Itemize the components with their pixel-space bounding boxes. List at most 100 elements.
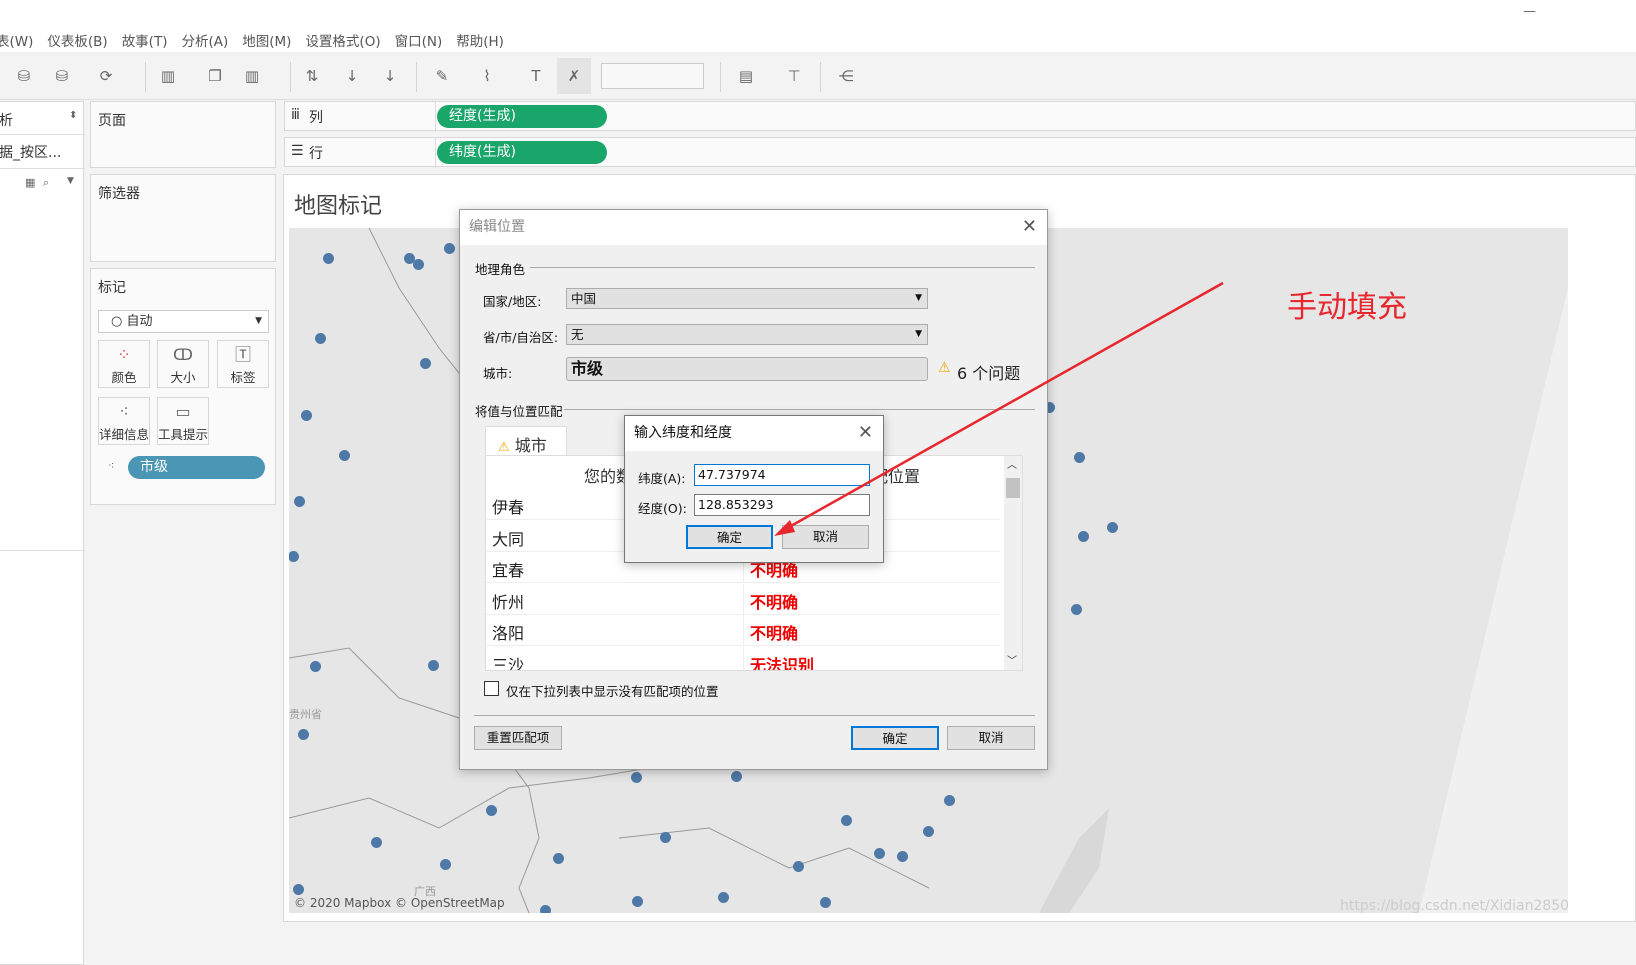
row-status[interactable]: 不明确 xyxy=(750,620,798,644)
country-select[interactable]: 中国 ▼ xyxy=(566,288,928,309)
menu-analysis[interactable]: 分析(A) xyxy=(181,30,228,50)
new-sheet-icon[interactable]: ▥ xyxy=(156,64,180,88)
sort-asc-icon[interactable]: ↓ xyxy=(340,64,364,88)
map-mark[interactable] xyxy=(1078,531,1089,542)
map-mark[interactable] xyxy=(293,884,304,895)
rows-shelf[interactable]: ☰ 行 纬度(生成) xyxy=(284,137,1636,168)
map-mark[interactable] xyxy=(323,253,334,264)
show-me-icon[interactable]: ▤ xyxy=(734,64,758,88)
map-mark[interactable] xyxy=(631,772,642,783)
map-mark[interactable] xyxy=(315,333,326,344)
columns-shelf[interactable]: ⅲ 列 经度(生成) xyxy=(284,101,1636,132)
highlight-icon[interactable]: ✎ xyxy=(430,64,454,88)
map-mark[interactable] xyxy=(371,837,382,848)
map-mark[interactable] xyxy=(298,729,309,740)
size-button[interactable]: ↀ 大小 xyxy=(157,340,209,388)
province-select[interactable]: 无 ▼ xyxy=(566,324,928,345)
map-mark[interactable] xyxy=(897,851,908,862)
share-icon[interactable]: ⋲ xyxy=(834,64,858,88)
group-icon[interactable]: ⌇ xyxy=(475,64,499,88)
tooltip-button[interactable]: ▭ 工具提示 xyxy=(157,397,209,445)
close-icon[interactable]: ✕ xyxy=(1022,216,1037,237)
map-mark[interactable] xyxy=(820,897,831,908)
unmatched-only-checkbox[interactable] xyxy=(484,681,499,696)
view-list-icon[interactable]: ▦ xyxy=(25,176,35,189)
map-mark[interactable] xyxy=(301,410,312,421)
menu-dashboard[interactable]: 仪表板(B) xyxy=(47,30,107,50)
scroll-thumb[interactable] xyxy=(1006,478,1020,498)
search-icon[interactable]: ⌕ xyxy=(43,176,49,190)
ok-button[interactable]: 确定 xyxy=(851,726,939,750)
city-field[interactable]: 市级 xyxy=(566,357,928,381)
latlon-ok-button[interactable]: 确定 xyxy=(686,525,773,549)
map-mark[interactable] xyxy=(420,358,431,369)
map-mark[interactable] xyxy=(486,805,497,816)
swap-icon[interactable]: ⇅ xyxy=(300,64,324,88)
refresh-icon[interactable]: ⟳ xyxy=(94,64,118,88)
scroll-up-icon[interactable]: ︿ xyxy=(1007,456,1017,471)
chevron-down-icon[interactable]: ▼ xyxy=(67,176,74,186)
map-mark[interactable] xyxy=(841,815,852,826)
map-mark[interactable] xyxy=(731,771,742,782)
scroll-down-icon[interactable]: ﹀ xyxy=(1007,652,1017,667)
detail-button[interactable]: ⁖ 详细信息 xyxy=(98,397,150,445)
show-labels-icon[interactable]: T xyxy=(524,64,548,88)
map-mark[interactable] xyxy=(428,660,439,671)
longitude-input[interactable]: 128.853293 xyxy=(694,494,870,516)
table-row[interactable]: 洛阳 不明确 xyxy=(486,615,1000,647)
minimize-button[interactable]: — xyxy=(1523,4,1536,19)
label-button[interactable]: 🅃 标签 xyxy=(217,340,269,388)
cancel-button[interactable]: 取消 xyxy=(947,726,1035,750)
detail-pill[interactable]: 市级 xyxy=(128,456,265,479)
longitude-pill[interactable]: 经度(生成) xyxy=(437,105,607,128)
pages-card[interactable]: 页面 xyxy=(90,101,276,168)
map-mark[interactable] xyxy=(874,848,885,859)
map-mark[interactable] xyxy=(440,859,451,870)
duplicate-sheet-icon[interactable]: ❐ xyxy=(203,64,227,88)
map-mark[interactable] xyxy=(413,259,424,270)
row-status[interactable]: 不明确 xyxy=(750,589,798,613)
menu-worksheet[interactable]: 表(W) xyxy=(0,30,33,50)
pause-updates-icon[interactable]: ⛁ xyxy=(50,64,74,88)
map-mark[interactable] xyxy=(310,661,321,672)
menu-story[interactable]: 故事(T) xyxy=(122,30,168,50)
table-row[interactable]: 三沙 无法识别 xyxy=(486,647,1000,670)
fix-axes-icon[interactable]: ✗ xyxy=(557,58,591,94)
reset-matches-button[interactable]: 重置匹配项 xyxy=(474,726,562,750)
map-mark[interactable] xyxy=(718,892,729,903)
datasource-item[interactable]: 据_按区... xyxy=(0,142,61,162)
menu-map[interactable]: 地图(M) xyxy=(242,30,291,50)
map-mark[interactable] xyxy=(944,795,955,806)
analytics-tab[interactable]: 析 xyxy=(0,110,13,130)
menu-format[interactable]: 设置格式(O) xyxy=(305,30,380,50)
filters-card[interactable]: 筛选器 xyxy=(90,174,276,262)
map-mark[interactable] xyxy=(1071,604,1082,615)
tab-city[interactable]: ⚠ 城市 xyxy=(485,426,567,456)
new-datasource-icon[interactable]: ⛁ xyxy=(12,64,36,88)
mark-type-dropdown[interactable]: ○ 自动 ▼ xyxy=(98,310,269,333)
map-attribution[interactable]: © 2020 Mapbox © OpenStreetMap xyxy=(294,896,505,910)
row-status[interactable]: 无法识别 xyxy=(750,652,814,670)
map-mark[interactable] xyxy=(339,450,350,461)
map-mark[interactable] xyxy=(660,832,671,843)
map-mark[interactable] xyxy=(1074,452,1085,463)
presentation-icon[interactable]: ⊤ xyxy=(782,64,806,88)
map-mark[interactable] xyxy=(632,896,643,907)
color-button[interactable]: ⁘ 颜色 xyxy=(98,340,150,388)
close-icon[interactable]: ✕ xyxy=(858,422,873,443)
map-mark[interactable] xyxy=(553,853,564,864)
map-mark[interactable] xyxy=(793,861,804,872)
menu-window[interactable]: 窗口(N) xyxy=(395,30,443,50)
map-mark[interactable] xyxy=(444,243,455,254)
latitude-input[interactable]: 47.737974 xyxy=(694,464,870,486)
latlon-cancel-button[interactable]: 取消 xyxy=(782,525,869,549)
sort-desc-icon[interactable]: ↓ xyxy=(378,64,402,88)
map-mark[interactable] xyxy=(923,826,934,837)
issues-link[interactable]: 6 个问题 xyxy=(957,360,1020,384)
menu-help[interactable]: 帮助(H) xyxy=(456,30,504,50)
scrollbar[interactable]: ︿ ﹀ xyxy=(1004,456,1022,670)
map-mark[interactable] xyxy=(1107,522,1118,533)
map-mark[interactable] xyxy=(540,905,551,913)
map-mark[interactable] xyxy=(294,496,305,507)
fit-dropdown[interactable] xyxy=(601,63,704,89)
